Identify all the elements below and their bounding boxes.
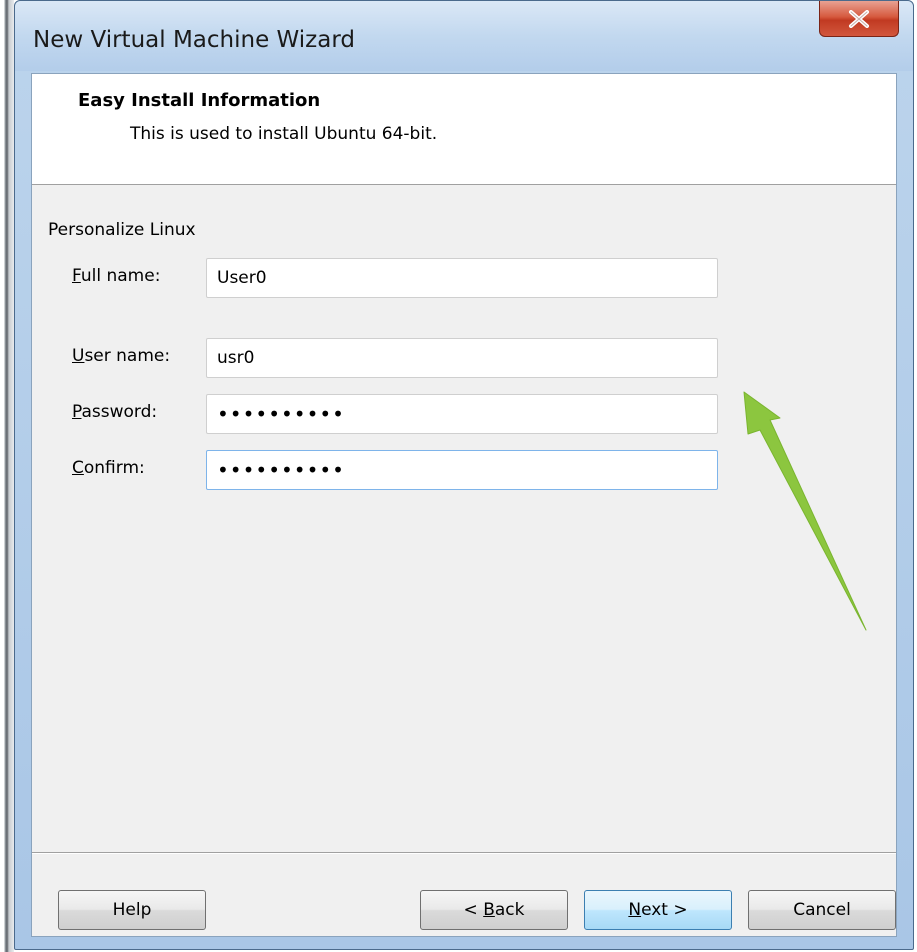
password-input[interactable] [206, 394, 718, 434]
footer-separator [32, 852, 896, 854]
cancel-button[interactable]: Cancel [748, 890, 896, 930]
password-label: Password: [72, 402, 157, 422]
confirm-label: Confirm: [72, 458, 145, 478]
wizard-client-area: Easy Install Information This is used to… [31, 73, 897, 937]
confirm-input[interactable] [206, 450, 718, 490]
user-name-label: User name: [72, 346, 170, 366]
user-name-hotkey: U [72, 346, 85, 366]
next-button-label: ext > [641, 900, 688, 920]
section-label: Personalize Linux [48, 220, 196, 240]
confirm-hotkey: C [72, 458, 84, 478]
window-title: New Virtual Machine Wizard [33, 27, 355, 53]
next-button[interactable]: Next > [584, 890, 732, 930]
back-button[interactable]: < Back [420, 890, 568, 930]
wizard-header: Easy Install Information This is used to… [32, 74, 896, 185]
close-button[interactable] [819, 1, 899, 37]
back-button-label: ack [494, 900, 525, 920]
page-subtitle: This is used to install Ubuntu 64-bit. [130, 124, 438, 144]
close-icon [849, 9, 869, 28]
help-button-label: Help [112, 900, 152, 920]
back-button-hotkey: B [483, 900, 495, 920]
full-name-input[interactable] [206, 258, 718, 298]
background-window-edge [0, 0, 14, 952]
page-title: Easy Install Information [78, 90, 321, 111]
full-name-hotkey: F [72, 266, 81, 286]
cancel-button-label: Cancel [793, 900, 851, 920]
back-button-prefix: < [463, 900, 484, 920]
title-bar[interactable]: New Virtual Machine Wizard [15, 1, 913, 71]
confirm-label-text: onfirm: [83, 458, 145, 478]
full-name-label-text: ull name: [80, 266, 161, 286]
help-button[interactable]: Help [58, 890, 206, 930]
password-label-text: assword: [81, 402, 158, 422]
password-hotkey: P [72, 402, 82, 422]
full-name-label: Full name: [72, 266, 160, 286]
user-name-input[interactable] [206, 338, 718, 378]
wizard-window: New Virtual Machine Wizard Easy Install … [14, 0, 914, 950]
user-name-label-text: ser name: [84, 346, 171, 366]
next-button-hotkey: N [628, 900, 642, 920]
